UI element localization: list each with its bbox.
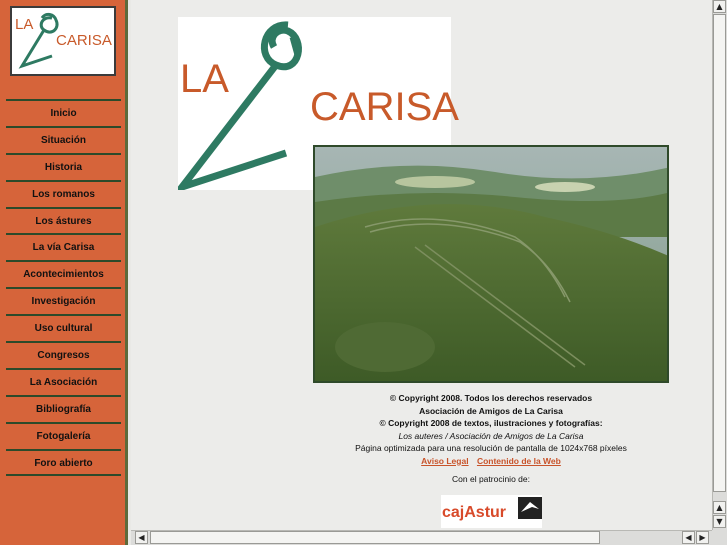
- sponsor-logo[interactable]: cajAstur: [441, 495, 542, 528]
- contenido-web-link[interactable]: Contenido de la Web: [477, 456, 561, 466]
- footer-copyright: © Copyright 2008. Todos los derechos res…: [389, 393, 593, 403]
- nav-item-9[interactable]: Congresos: [6, 341, 121, 368]
- sponsor-name: cajAstur: [442, 504, 507, 521]
- scroll-corner: [712, 530, 727, 545]
- arrow-up-icon[interactable]: ▲: [713, 0, 726, 13]
- footer-copyright-texts: © Copyright 2008 de textos, ilustracione…: [379, 418, 603, 428]
- nav-item-0[interactable]: Inicio: [6, 99, 121, 126]
- header-logo-carisa: CARISA: [310, 85, 459, 129]
- nav-item-1[interactable]: Situación: [6, 125, 121, 153]
- main-content: LA CARISA © Copyright 2008. Todos los de…: [131, 0, 713, 530]
- landscape-photo: [313, 145, 669, 383]
- nav-item-13[interactable]: Foro abierto: [6, 448, 121, 476]
- nav-item-12[interactable]: Fotogalería: [6, 421, 121, 449]
- logo-text-carisa: CARISA: [56, 32, 112, 49]
- landscape-photo-art: [315, 147, 667, 381]
- arrow-left-icon[interactable]: ◀: [682, 531, 695, 544]
- sponsor-label: Con el patrocinio de:: [452, 474, 530, 484]
- arrow-down-icon[interactable]: ▼: [713, 515, 726, 528]
- arrow-up-icon[interactable]: ▲: [713, 501, 726, 514]
- aviso-legal-link[interactable]: Aviso Legal: [421, 456, 468, 466]
- sidebar: LA CARISA Inicio Situación Historia Los rom…: [0, 0, 128, 545]
- footer-optimized: Página optimizada para una resolución de…: [355, 443, 627, 453]
- site-logo[interactable]: LA CARISA: [10, 6, 116, 76]
- footer-authors: Los auteres / Asociación de Amigos de La…: [398, 430, 584, 441]
- nav-divider: [6, 474, 121, 476]
- nav-item-10[interactable]: La Asociación: [6, 367, 121, 395]
- footer-association: Asociación de Amigos de La Carisa: [419, 405, 563, 416]
- header-logo-la: LA: [180, 57, 229, 101]
- horizontal-scrollbar[interactable]: ◀ ◀ ▶: [131, 530, 712, 545]
- vertical-scrollbar[interactable]: ▲ ▲ ▼: [712, 0, 727, 530]
- nav-item-4[interactable]: Los ástures: [6, 206, 121, 234]
- nav-item-3[interactable]: Los romanos: [6, 179, 121, 207]
- nav-item-7[interactable]: Investigación: [6, 287, 121, 314]
- sponsor-emblem: [518, 497, 542, 519]
- arrow-left-icon[interactable]: ◀: [135, 531, 148, 544]
- vertical-scroll-thumb[interactable]: [713, 14, 726, 492]
- nav-item-5[interactable]: La vía Carisa: [6, 233, 121, 260]
- footer: © Copyright 2008. Todos los derechos res…: [313, 392, 669, 486]
- nav-item-2[interactable]: Historia: [6, 152, 121, 180]
- arrow-right-icon[interactable]: ▶: [696, 531, 709, 544]
- main-nav: Inicio Situación Historia Los romanos Los ás…: [6, 99, 121, 475]
- horizontal-scroll-thumb[interactable]: [150, 531, 600, 544]
- logo-text-la: LA: [15, 16, 34, 33]
- nav-item-8[interactable]: Uso cultural: [6, 314, 121, 341]
- nav-item-11[interactable]: Bibliografía: [6, 394, 121, 422]
- nav-item-6[interactable]: Acontecimientos: [6, 260, 121, 287]
